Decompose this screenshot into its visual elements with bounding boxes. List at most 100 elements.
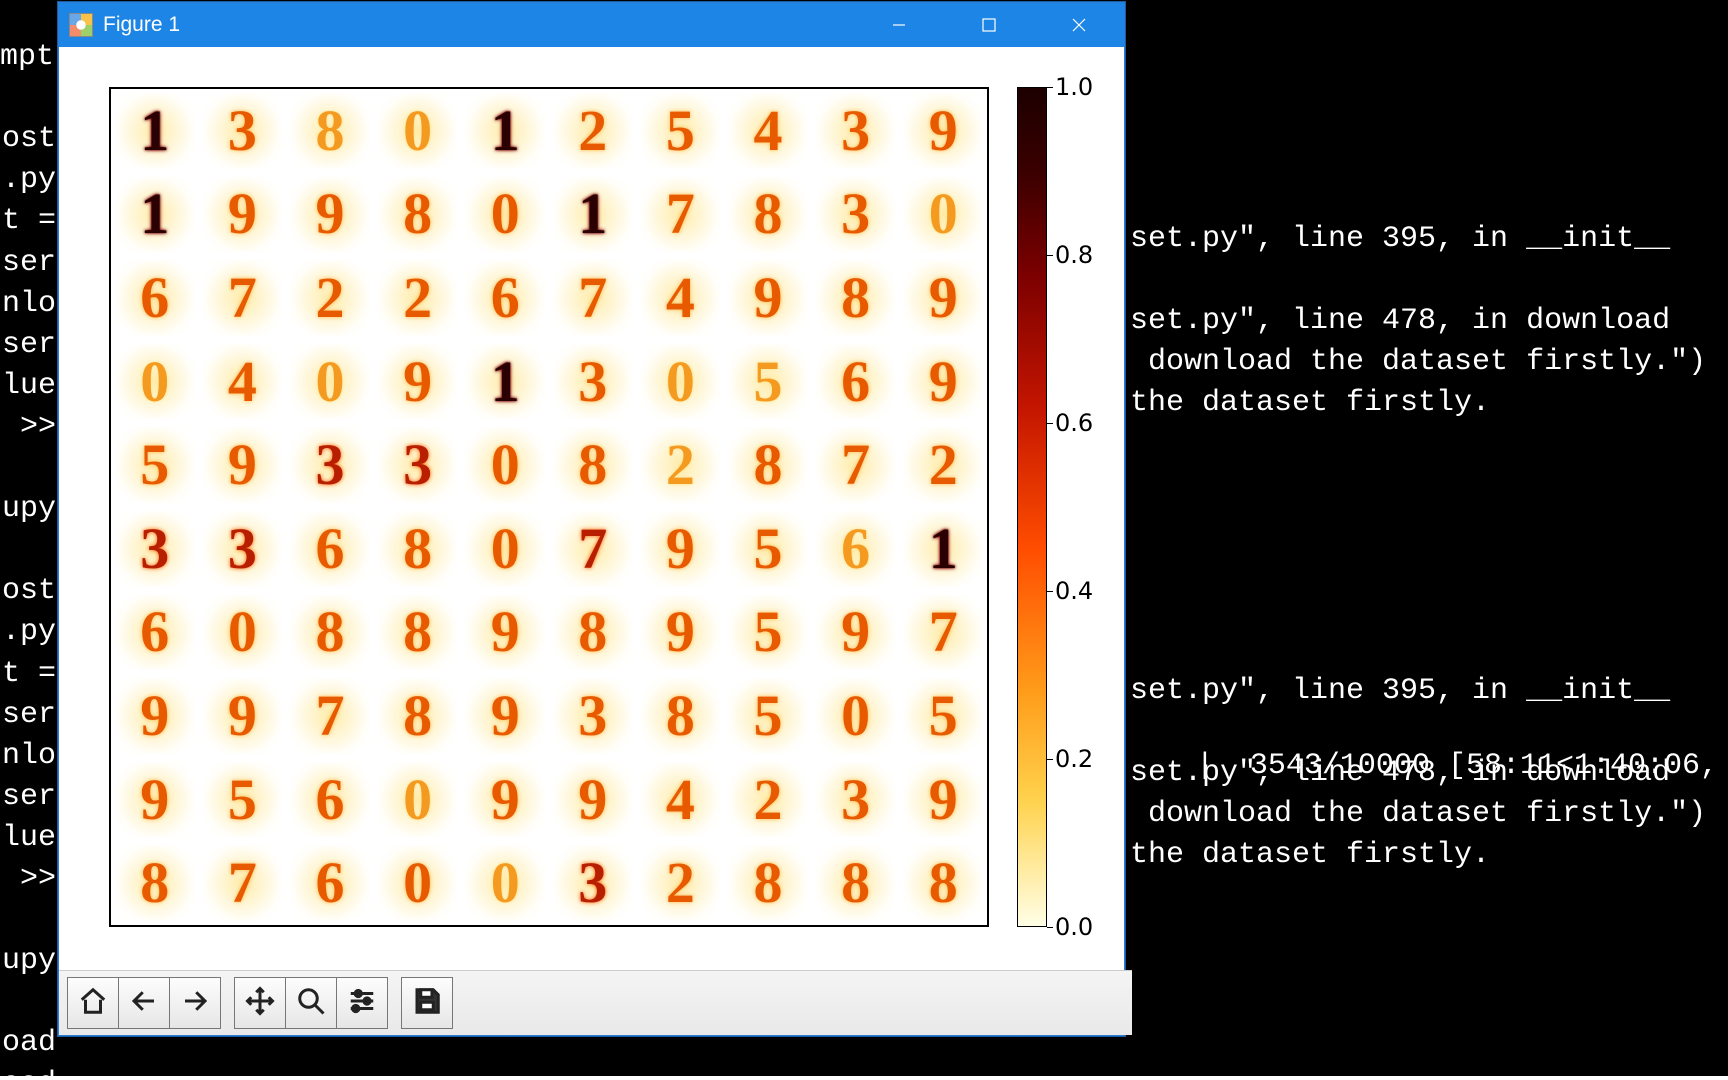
digit-glyph: 9 [841, 603, 870, 661]
toolbar-save-button[interactable] [401, 977, 453, 1029]
digit-glyph: 1 [491, 353, 520, 411]
digit-glyph: 8 [666, 687, 695, 745]
digit-glyph: 0 [140, 353, 169, 411]
digit-cell: 8 [549, 423, 637, 507]
digit-glyph: 9 [228, 687, 257, 745]
digit-glyph: 8 [578, 436, 607, 494]
digit-glyph: 0 [315, 353, 344, 411]
digit-glyph: 7 [315, 687, 344, 745]
colorbar-gradient [1017, 87, 1047, 927]
digit-cell: 6 [812, 340, 900, 424]
digit-cell: 0 [374, 758, 462, 842]
digit-cell: 5 [637, 89, 725, 173]
digit-cell: 7 [549, 256, 637, 340]
terminal-right-fragments: set.py", line 395, in __init__ set.py", … [1130, 0, 1706, 876]
digit-glyph: 7 [666, 185, 695, 243]
digit-cell: 8 [899, 841, 987, 925]
matplotlib-app-icon [69, 13, 93, 37]
digit-cell: 5 [724, 507, 812, 591]
arrow-left-icon [129, 986, 159, 1021]
digit-cell: 3 [812, 173, 900, 257]
digit-cell: 2 [549, 89, 637, 173]
toolbar-configure-subplots-button[interactable] [336, 977, 388, 1029]
digit-cell: 7 [637, 173, 725, 257]
home-icon [78, 986, 108, 1021]
digit-glyph: 2 [578, 102, 607, 160]
digit-cell: 8 [374, 507, 462, 591]
digit-glyph: 0 [403, 102, 432, 160]
digit-glyph: 0 [929, 185, 958, 243]
toolbar-back-button[interactable] [118, 977, 170, 1029]
digit-glyph: 9 [666, 603, 695, 661]
digit-cell: 0 [461, 173, 549, 257]
digit-cell: 2 [637, 423, 725, 507]
digit-cell: 5 [199, 758, 287, 842]
toolbar-zoom-button[interactable] [285, 977, 337, 1029]
digit-cell: 3 [374, 423, 462, 507]
digit-cell: 3 [812, 89, 900, 173]
digit-cell: 6 [286, 841, 374, 925]
digit-glyph: 5 [753, 603, 782, 661]
digit-cell: 9 [899, 256, 987, 340]
digit-cell: 0 [461, 841, 549, 925]
digit-glyph: 8 [403, 520, 432, 578]
digit-cell: 8 [111, 841, 199, 925]
digit-glyph: 1 [140, 102, 169, 160]
toolbar-home-button[interactable] [67, 977, 119, 1029]
digit-glyph: 8 [403, 603, 432, 661]
toolbar-forward-button[interactable] [169, 977, 221, 1029]
digit-glyph: 9 [929, 269, 958, 327]
digit-glyph: 6 [315, 520, 344, 578]
digit-glyph: 9 [228, 436, 257, 494]
digit-glyph: 7 [578, 269, 607, 327]
window-close-button[interactable] [1034, 3, 1124, 47]
digit-cell: 9 [637, 507, 725, 591]
move-icon [245, 986, 275, 1021]
digit-cell: 9 [461, 674, 549, 758]
save-icon [412, 986, 442, 1021]
digit-glyph: 0 [403, 854, 432, 912]
digit-cell: 1 [111, 89, 199, 173]
figure-canvas[interactable]: 1380125439199801783067226749890409130569… [59, 47, 1124, 971]
digit-cell: 0 [374, 89, 462, 173]
digit-glyph: 8 [929, 854, 958, 912]
digit-glyph: 9 [929, 353, 958, 411]
digit-glyph: 9 [315, 185, 344, 243]
digit-cell: 6 [812, 507, 900, 591]
digit-cell: 8 [724, 423, 812, 507]
digit-cell: 4 [199, 340, 287, 424]
digit-cell: 0 [461, 423, 549, 507]
window-minimize-button[interactable] [854, 3, 944, 47]
window-titlebar[interactable]: Figure 1 [59, 3, 1124, 47]
digit-cell: 9 [899, 340, 987, 424]
digit-glyph: 6 [315, 854, 344, 912]
digit-cell: 8 [812, 256, 900, 340]
digit-glyph: 9 [140, 687, 169, 745]
digit-cell: 3 [549, 340, 637, 424]
digit-glyph: 1 [491, 102, 520, 160]
matplotlib-toolbar [59, 970, 1132, 1035]
digit-cell: 2 [637, 841, 725, 925]
digit-glyph: 0 [228, 603, 257, 661]
digit-glyph: 1 [929, 520, 958, 578]
colorbar-ticks: 1.0 0.8 0.6 0.4 0.2 0.0 [1055, 87, 1125, 927]
window-maximize-button[interactable] [944, 3, 1034, 47]
digit-cell: 0 [286, 340, 374, 424]
digit-cell: 0 [899, 173, 987, 257]
digit-glyph: 9 [929, 771, 958, 829]
digit-heatmap-grid: 1380125439199801783067226749890409130569… [109, 87, 989, 927]
digit-glyph: 5 [753, 687, 782, 745]
digit-cell: 7 [899, 591, 987, 675]
digit-cell: 8 [549, 591, 637, 675]
digit-cell: 3 [812, 758, 900, 842]
digit-glyph: 9 [228, 185, 257, 243]
digit-cell: 6 [111, 591, 199, 675]
digit-cell: 8 [374, 674, 462, 758]
digit-cell: 0 [637, 340, 725, 424]
digit-glyph: 5 [228, 771, 257, 829]
digit-glyph: 3 [578, 854, 607, 912]
digit-cell: 0 [461, 507, 549, 591]
toolbar-pan-button[interactable] [234, 977, 286, 1029]
digit-cell: 8 [724, 173, 812, 257]
digit-cell: 8 [286, 89, 374, 173]
